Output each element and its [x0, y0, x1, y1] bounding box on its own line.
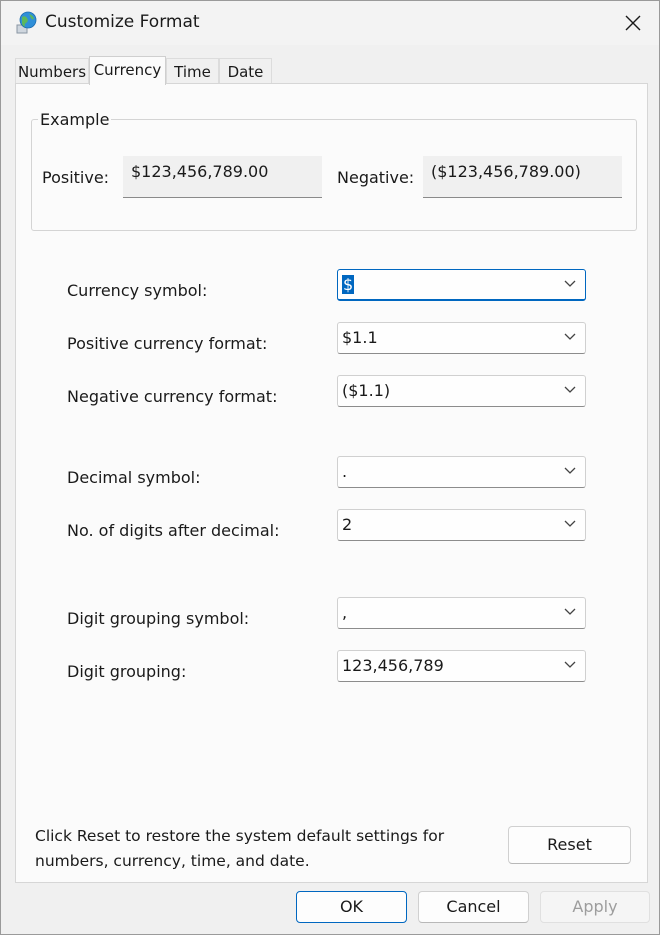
grouping-symbol-combo[interactable]: , [337, 597, 586, 629]
negative-format-combo[interactable]: ($1.1) [337, 375, 586, 407]
currency-symbol-label: Currency symbol: [67, 281, 208, 300]
reset-note: Click Reset to restore the system defaul… [35, 827, 445, 870]
grouping-symbol-label: Digit grouping symbol: [67, 609, 250, 628]
title-bar: Customize Format [1, 1, 659, 45]
negative-label: Negative: [337, 168, 415, 187]
example-legend: Example [38, 110, 112, 129]
negative-format-value: ($1.1) [342, 381, 391, 400]
positive-label: Positive: [42, 168, 110, 187]
chevron-down-icon [564, 333, 576, 340]
grouping-symbol-value: , [342, 603, 348, 622]
chevron-down-icon [564, 467, 576, 474]
chevron-down-icon [564, 608, 576, 615]
digits-after-decimal-combo[interactable]: 2 [337, 509, 586, 541]
digits-after-decimal-value: 2 [342, 515, 353, 534]
close-icon [625, 15, 641, 31]
tab-numbers[interactable]: Numbers [15, 58, 89, 84]
tab-date[interactable]: Date [219, 58, 272, 84]
positive-format-combo[interactable]: $1.1 [337, 322, 586, 354]
negative-format-label: Negative currency format: [67, 387, 278, 406]
globe-icon [14, 11, 38, 35]
currency-symbol-combo[interactable]: $ [337, 269, 586, 301]
chevron-down-icon [564, 280, 576, 287]
decimal-symbol-label: Decimal symbol: [67, 468, 201, 487]
chevron-down-icon [564, 386, 576, 393]
chevron-down-icon [564, 520, 576, 527]
digit-grouping-combo[interactable]: 123,456,789 [337, 650, 586, 682]
decimal-symbol-combo[interactable]: . [337, 456, 586, 488]
digit-grouping-value: 123,456,789 [342, 656, 444, 675]
tab-currency[interactable]: Currency [89, 56, 166, 85]
positive-format-value: $1.1 [342, 328, 378, 347]
currency-panel: Example Positive: $123,456,789.00 Negati… [15, 83, 648, 883]
digit-grouping-label: Digit grouping: [67, 662, 187, 681]
window-title: Customize Format [45, 12, 200, 32]
apply-button[interactable]: Apply [540, 891, 650, 923]
positive-example: $123,456,789.00 [123, 156, 322, 198]
reset-button[interactable]: Reset [508, 826, 631, 864]
tab-time[interactable]: Time [166, 58, 219, 84]
close-button[interactable] [607, 1, 659, 45]
currency-symbol-value[interactable]: $ [342, 275, 355, 294]
customize-format-dialog: Customize Format Numbers Currency Time D… [0, 0, 660, 935]
cancel-button[interactable]: Cancel [418, 891, 529, 923]
negative-example: ($123,456,789.00) [423, 156, 622, 198]
decimal-symbol-value: . [342, 462, 348, 481]
chevron-down-icon [564, 661, 576, 668]
digits-after-decimal-label: No. of digits after decimal: [67, 521, 280, 540]
positive-format-label: Positive currency format: [67, 334, 268, 353]
ok-button[interactable]: OK [296, 891, 407, 923]
